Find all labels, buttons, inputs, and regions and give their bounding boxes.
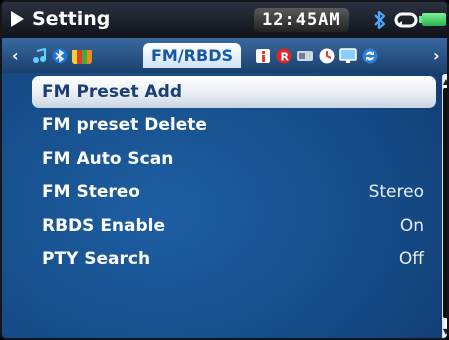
color-bars-icon[interactable] (72, 48, 92, 64)
scroll-up-icon[interactable]: ▲ (442, 78, 447, 86)
menu-item-fm-preset-add[interactable]: FM Preset Add (32, 76, 436, 108)
tab-right-arrow-icon[interactable]: › (433, 46, 440, 65)
record-icon[interactable]: R (276, 48, 292, 64)
svg-text:R: R (281, 51, 290, 64)
card-icon[interactable] (296, 48, 314, 64)
sync-icon[interactable] (362, 48, 378, 64)
display-icon[interactable] (339, 48, 357, 64)
scrollbar-thumb[interactable] (443, 88, 447, 318)
menu-item-fm-auto-scan[interactable]: FM Auto Scan (32, 143, 436, 175)
music-note-icon[interactable] (32, 48, 48, 64)
vertical-scrollbar[interactable]: ▲ ▼ (442, 74, 447, 338)
menu-item-label: FM Stereo (42, 182, 140, 202)
menu-item-value: Off (398, 249, 424, 269)
settings-tab-bar: ‹ FM/RBDS R › (2, 38, 447, 73)
menu-item-fm-stereo[interactable]: FM Stereo Stereo (32, 176, 436, 208)
tab-fm-rbds[interactable]: FM/RBDS (143, 43, 241, 68)
menu-item-label: FM Preset Add (42, 82, 183, 102)
device-screen: Setting 12:45AM ‹ FM/RBDS R › FM Preset … (0, 0, 449, 340)
menu-item-label: PTY Search (42, 249, 151, 269)
tab-left-arrow-icon[interactable]: ‹ (12, 46, 19, 65)
menu-item-fm-preset-delete[interactable]: FM preset Delete (32, 109, 436, 141)
info-icon[interactable] (255, 48, 271, 64)
status-bar: Setting 12:45AM (2, 2, 447, 38)
clock-icon[interactable] (319, 48, 335, 64)
repeat-icon (394, 12, 418, 28)
menu-item-label: FM Auto Scan (42, 149, 174, 169)
menu-item-label: FM preset Delete (42, 115, 207, 135)
bluetooth-icon[interactable] (52, 48, 68, 64)
menu-item-pty-search[interactable]: PTY Search Off (32, 243, 436, 275)
menu-item-value: Stereo (368, 182, 424, 202)
battery-icon (419, 13, 446, 26)
menu-item-rbds-enable[interactable]: RBDS Enable On (32, 210, 436, 242)
menu-item-label: RBDS Enable (42, 216, 166, 236)
menu-item-value: On (399, 216, 424, 236)
screen-title: Setting (32, 8, 111, 30)
scroll-down-icon[interactable]: ▼ (442, 328, 447, 336)
clock-display: 12:45AM (254, 8, 349, 32)
bluetooth-icon (374, 10, 386, 30)
play-icon (11, 11, 24, 27)
